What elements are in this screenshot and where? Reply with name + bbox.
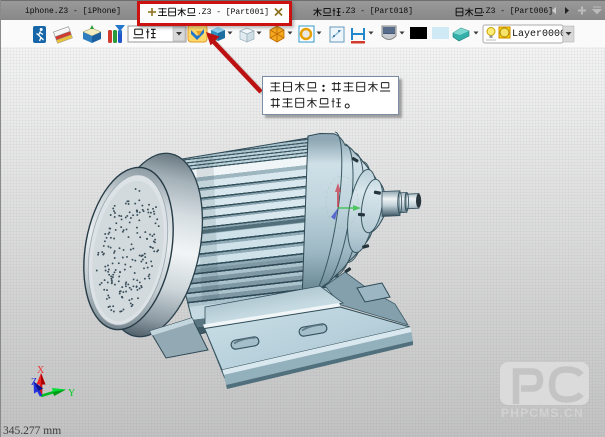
svg-text:345.277 mm: 345.277 mm xyxy=(3,425,61,437)
svg-text:Z: Z xyxy=(31,377,37,388)
svg-text:X: X xyxy=(37,365,45,376)
svg-text:PHPCMS.CN: PHPCMS.CN xyxy=(501,406,584,420)
svg-text:Y: Y xyxy=(68,388,75,399)
svg-text:Layer0000: Layer0000 xyxy=(512,29,566,40)
